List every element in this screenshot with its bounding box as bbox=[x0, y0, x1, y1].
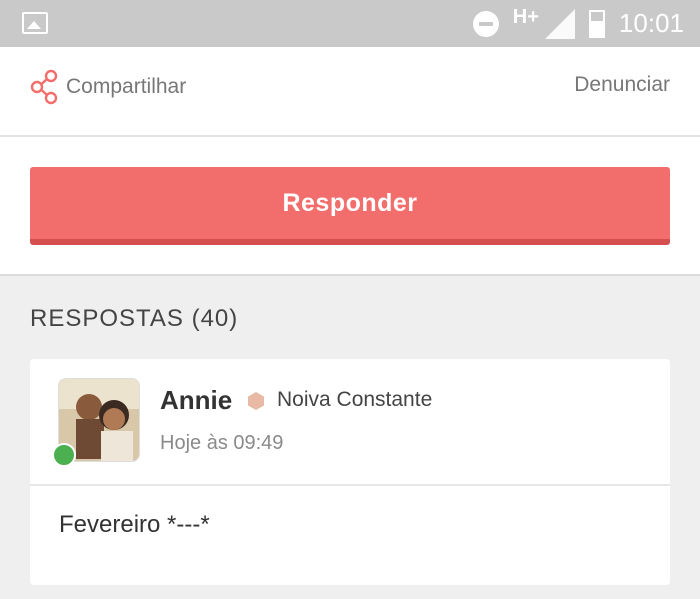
card-divider bbox=[30, 484, 670, 486]
network-type: H+ bbox=[512, 6, 539, 28]
answer-card: Annie Noiva Constante Hoje às 09:49 Feve… bbox=[30, 359, 670, 585]
answer-message: Fevereiro *---* bbox=[59, 511, 210, 538]
answers-heading: RESPOSTAS (40) bbox=[30, 305, 239, 332]
rank-badge-icon bbox=[248, 392, 264, 410]
share-label: Compartilhar bbox=[66, 75, 187, 98]
author-name[interactable]: Annie bbox=[160, 385, 232, 416]
report-button[interactable]: Denunciar bbox=[574, 73, 670, 97]
action-row: Compartilhar Denunciar bbox=[0, 47, 700, 137]
divider bbox=[0, 274, 700, 276]
share-icon bbox=[30, 69, 58, 105]
do-not-disturb-icon bbox=[472, 10, 499, 37]
online-status-indicator bbox=[52, 443, 76, 467]
status-bar-indicators: H+ 10:01 bbox=[472, 0, 684, 47]
status-bar: H+ 10:01 bbox=[0, 0, 700, 47]
share-button[interactable]: Compartilhar bbox=[30, 69, 186, 105]
clock: 10:01 bbox=[618, 8, 684, 38]
post-time: Hoje às 09:49 bbox=[160, 432, 284, 454]
signal-icon bbox=[544, 8, 575, 39]
topic-actions-panel: Compartilhar Denunciar Responder bbox=[0, 47, 700, 276]
author-rank: Noiva Constante bbox=[277, 388, 433, 411]
image-notification-icon bbox=[22, 12, 48, 34]
battery-icon bbox=[588, 9, 605, 38]
reply-button[interactable]: Responder bbox=[30, 167, 670, 245]
